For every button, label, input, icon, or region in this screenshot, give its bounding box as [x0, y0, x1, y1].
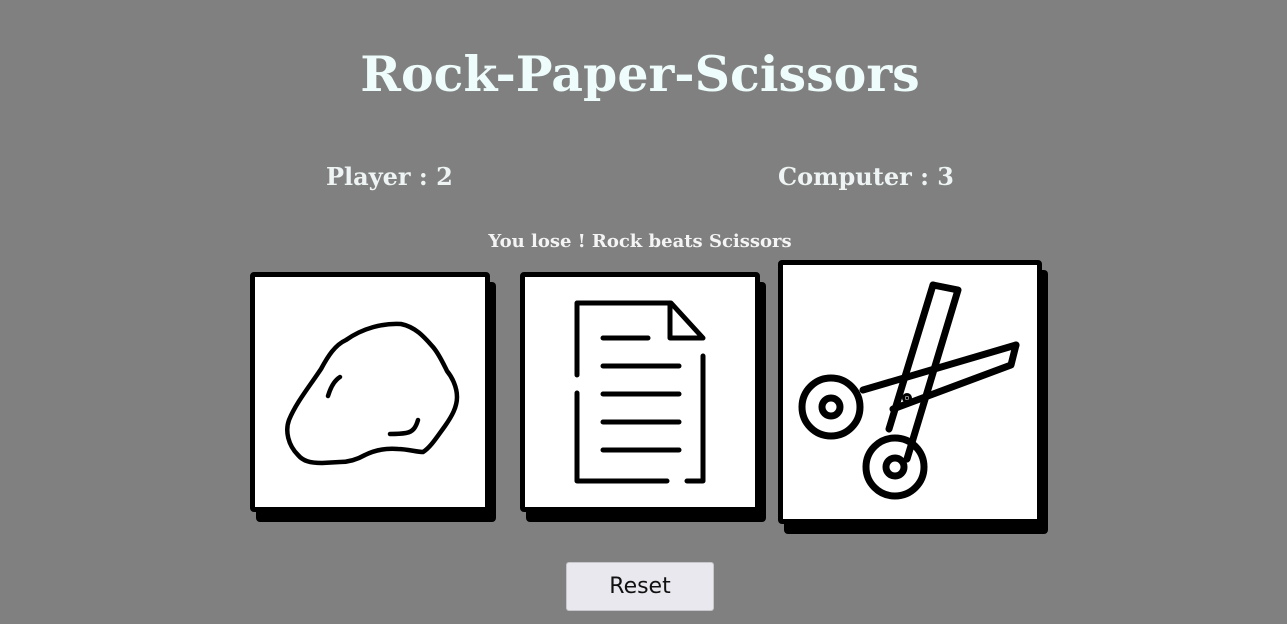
- rock-choice-button[interactable]: [250, 272, 490, 512]
- rock-icon: [285, 321, 460, 466]
- result-message: You lose ! Rock beats Scissors: [488, 231, 792, 252]
- page-title: Rock-Paper-Scissors: [360, 45, 920, 103]
- reset-button[interactable]: Reset: [566, 562, 714, 611]
- scissors-icon: [798, 281, 1020, 500]
- computer-score: Computer : 3: [778, 162, 955, 191]
- paper-choice-button[interactable]: [520, 272, 760, 512]
- paper-document-icon: [574, 300, 706, 484]
- player-score: Player : 2: [326, 162, 453, 191]
- scissors-choice-button[interactable]: [778, 260, 1042, 524]
